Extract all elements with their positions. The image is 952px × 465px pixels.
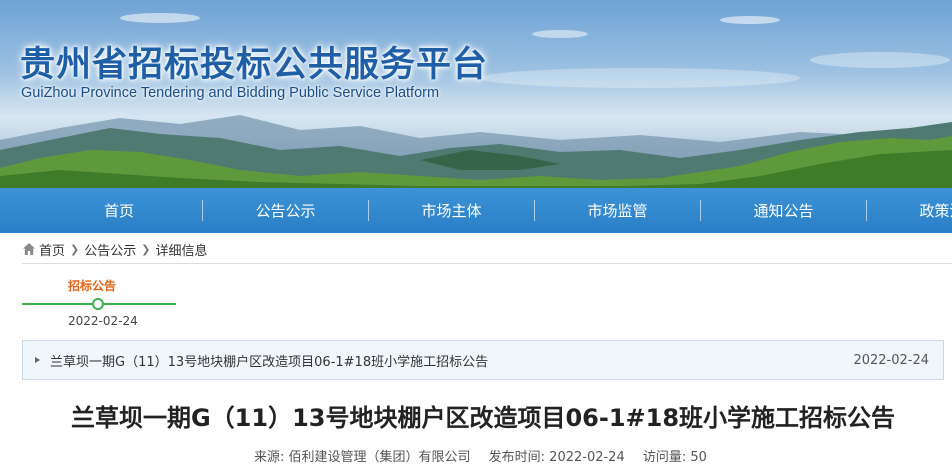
article-title: 兰草坝一期G（11）13号地块棚户区改造项目06-1#18班小学施工招标公告 xyxy=(70,404,896,432)
notice-title-link[interactable]: 兰草坝一期G（11）13号地块棚户区改造项目06-1#18班小学施工招标公告 xyxy=(50,351,853,370)
nav-item-policies[interactable]: 政策法规 xyxy=(867,188,952,233)
nav-item-notices[interactable]: 通知公告 xyxy=(701,188,866,233)
timeline-stage-label[interactable]: 招标公告 xyxy=(68,277,116,294)
chevron-right-icon: ❯ xyxy=(70,242,80,256)
nav-item-market-entities[interactable]: 市场主体 xyxy=(369,188,534,233)
article-meta: 来源: 佰利建设管理（集团）有限公司 发布时间: 2022-02-24 访问量:… xyxy=(254,446,721,465)
breadcrumb-current: 详细信息 xyxy=(155,243,208,259)
home-icon xyxy=(23,243,35,255)
article-publish-time: 发布时间: 2022-02-24 xyxy=(488,450,625,465)
breadcrumb-home-link[interactable]: 首页 xyxy=(39,240,65,259)
divider xyxy=(22,263,952,264)
chevron-right-icon: ❯ xyxy=(141,242,151,256)
notice-date: 2022-02-24 xyxy=(853,352,929,368)
nav-item-home[interactable]: 首页 xyxy=(0,188,202,233)
timeline-date: 2022-02-24 xyxy=(68,314,138,328)
nav-item-announcements[interactable]: 公告公示 xyxy=(203,188,368,233)
triangle-right-icon xyxy=(35,357,40,363)
nav-item-market-supervision[interactable]: 市场监管 xyxy=(535,188,700,233)
timeline-dot-icon[interactable] xyxy=(92,298,104,310)
article-visits: 访问量: 50 xyxy=(642,450,707,465)
breadcrumb-announcements-link[interactable]: 公告公示 xyxy=(84,240,136,259)
notice-list-item[interactable]: 兰草坝一期G（11）13号地块棚户区改造项目06-1#18班小学施工招标公告 2… xyxy=(22,340,944,380)
breadcrumb: 首页 ❯ 公告公示 ❯ 详细信息 xyxy=(22,240,208,259)
header-banner: 贵州省招标投标公共服务平台 GuiZhou Province Tendering… xyxy=(0,0,952,188)
site-subtitle: GuiZhou Province Tendering and Bidding P… xyxy=(21,85,440,101)
main-nav: 首页 公告公示 市场主体 市场监管 通知公告 政策法规 xyxy=(0,188,952,233)
article-source: 来源: 佰利建设管理（集团）有限公司 xyxy=(254,450,471,465)
site-title: 贵州省招标投标公共服务平台 xyxy=(20,45,489,85)
